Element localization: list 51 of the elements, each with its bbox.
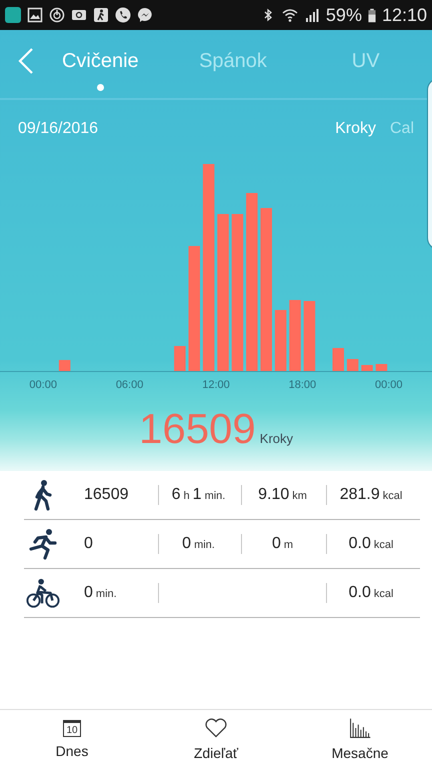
- battery-icon: [368, 8, 376, 22]
- tab[interactable]: Spánok: [166, 46, 300, 76]
- chart-bar: [274, 310, 286, 371]
- stat-value: 16509: [84, 486, 128, 504]
- chart-bar: [361, 365, 373, 371]
- messenger-icon: [137, 7, 153, 23]
- heart-icon: [204, 717, 228, 739]
- power-icon: [49, 7, 65, 23]
- unit-toggle[interactable]: Cal: [390, 120, 414, 138]
- stat-value: 0 m: [272, 535, 294, 553]
- chart-bar: [376, 364, 388, 371]
- stat-value: 0.0 kcal: [348, 584, 394, 602]
- stat-value: 0.0 kcal: [348, 535, 394, 553]
- nav-item[interactable]: Mesačne: [288, 710, 432, 768]
- date-label: 09/16/2016: [18, 120, 98, 138]
- stat-value: 0: [84, 535, 93, 553]
- chart-bar: [174, 346, 186, 371]
- axis-label: 00:00: [28, 379, 58, 391]
- walker-icon: [93, 7, 109, 23]
- chart-bar: [304, 301, 316, 371]
- bar-chart-icon: [348, 717, 372, 739]
- battery-percent: 59%: [326, 4, 362, 26]
- tab[interactable]: UV: [299, 46, 432, 76]
- total-unit: Kroky: [260, 431, 294, 446]
- stat-value: 9.10 km: [258, 486, 308, 504]
- stat-value: 0 min.: [182, 535, 216, 553]
- unit-toggle[interactable]: Kroky: [335, 120, 376, 138]
- chart-bar: [58, 360, 70, 371]
- stat-value: 0 min.: [84, 584, 118, 602]
- axis-label: 06:00: [114, 379, 144, 391]
- stat-value: 6 h 1 min.: [172, 486, 226, 504]
- chart-bar: [289, 300, 301, 371]
- total-steps: 16509: [138, 405, 256, 453]
- phone-icon: [115, 7, 131, 23]
- signal-icon: [304, 7, 320, 23]
- chart-bar: [332, 348, 344, 371]
- axis-label: 00:00: [374, 379, 404, 391]
- nav-item[interactable]: Zdieľať: [144, 710, 288, 768]
- nav-item[interactable]: 10 Dnes: [0, 710, 144, 768]
- stat-value: 281.9 kcal: [340, 486, 404, 504]
- clock-time: 12:10: [382, 4, 427, 26]
- axis-label: 12:00: [201, 379, 231, 391]
- cycling-icon: [26, 577, 60, 609]
- selected-tab-dot: [96, 84, 104, 91]
- back-icon[interactable]: [18, 47, 34, 75]
- axis-label: 18:00: [288, 379, 318, 391]
- image-icon: [27, 7, 43, 23]
- tab[interactable]: Cvičenie: [34, 46, 167, 76]
- chart-bar: [346, 359, 358, 371]
- calendar-icon: 10: [63, 720, 81, 736]
- wifi-icon: [282, 7, 298, 23]
